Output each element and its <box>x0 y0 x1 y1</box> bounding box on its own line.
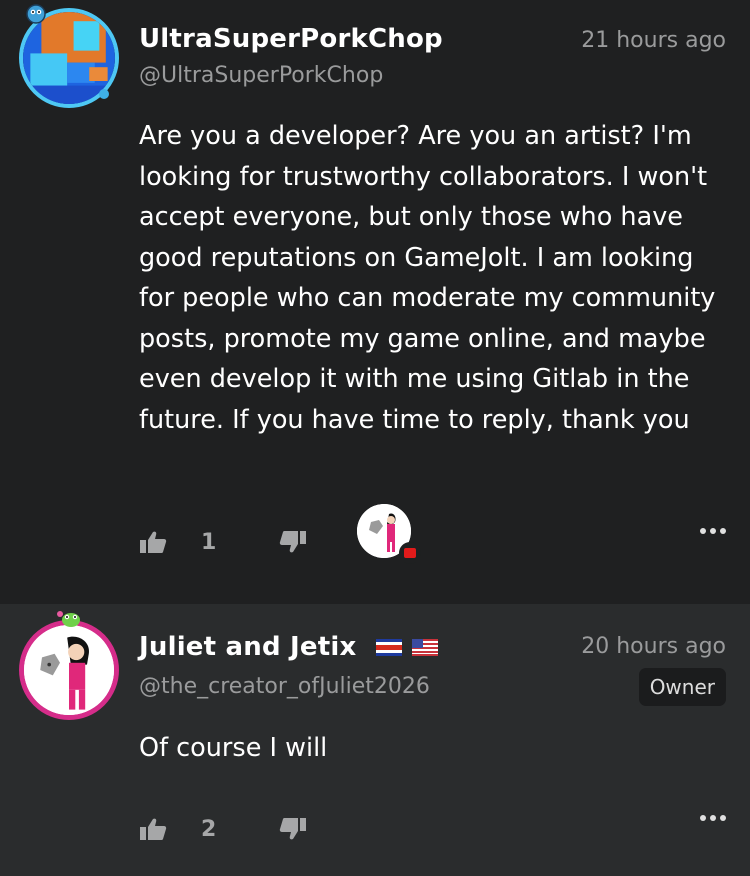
avatar-frame-icon <box>54 608 84 632</box>
comment-actions: 1 <box>139 504 726 564</box>
usa-flag-icon <box>411 639 438 656</box>
comment-author-handle[interactable]: @UltraSuperPorkChop <box>139 63 383 88</box>
like-button[interactable] <box>139 809 167 849</box>
more-dots-icon <box>700 815 706 821</box>
comment-card: Juliet and Jetix @the_creator_ofJuliet20… <box>0 604 750 876</box>
more-dots-icon <box>700 528 706 534</box>
comment-author-name-text: Juliet and Jetix <box>139 632 357 662</box>
dislike-button[interactable] <box>279 809 307 849</box>
like-count: 1 <box>201 529 217 555</box>
owner-badge: Owner <box>638 668 726 706</box>
like-count: 2 <box>201 816 217 842</box>
avatar-image <box>24 625 114 715</box>
comment-timestamp[interactable]: 20 hours ago <box>581 634 726 659</box>
comment-actions: 2 <box>139 809 726 849</box>
comment-card: UltraSuperPorkChop @UltraSuperPorkChop 2… <box>0 0 750 604</box>
avatar[interactable] <box>19 620 119 720</box>
thumbs-down-icon <box>279 818 306 840</box>
comment-text: Of course I will <box>139 733 328 763</box>
like-button[interactable] <box>139 522 167 562</box>
comment-author-name[interactable]: Juliet and Jetix <box>139 632 438 662</box>
status-indicator <box>399 542 421 564</box>
avatar-frame-icon <box>24 2 48 28</box>
thumbs-down-icon <box>279 531 306 553</box>
more-options-button[interactable] <box>700 815 726 821</box>
comment-author-name[interactable]: UltraSuperPorkChop <box>139 24 443 54</box>
comment-timestamp[interactable]: 21 hours ago <box>581 28 726 53</box>
dislike-button[interactable] <box>279 522 307 562</box>
more-options-button[interactable] <box>700 528 726 534</box>
comment-text: Are you a developer? Are you an artist? … <box>139 121 716 435</box>
costa-rica-flag-icon <box>375 639 402 656</box>
flags <box>375 639 438 656</box>
thumbs-up-icon <box>140 818 167 840</box>
comment-author-handle[interactable]: @the_creator_ofJuliet2026 <box>139 674 430 699</box>
thumbs-up-icon <box>140 531 167 553</box>
avatar-frame-icon <box>96 86 112 105</box>
